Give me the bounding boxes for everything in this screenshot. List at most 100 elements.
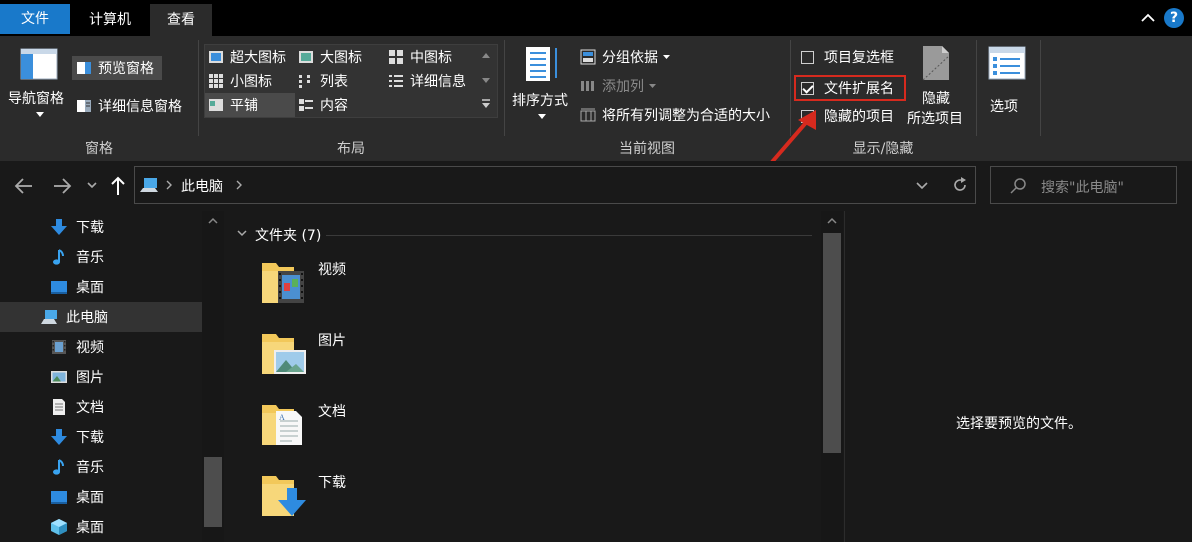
layout-group-label: 布局 [337, 141, 365, 157]
options-label: 选项 [990, 99, 1018, 115]
layout-details-label: 详细信息 [410, 74, 466, 90]
layout-tiles-label: 平铺 [230, 98, 258, 114]
item-checkboxes-checkbox[interactable] [801, 50, 814, 64]
nav-item-label: 此电脑 [66, 310, 108, 326]
chevron-down-icon [538, 114, 546, 119]
group-divider [504, 40, 505, 136]
extra-large-icons-icon [209, 51, 223, 63]
nav-item-downloads[interactable]: 下载 [0, 212, 202, 242]
file-extensions-toggle[interactable]: 文件扩展名 [801, 77, 894, 99]
preview-pane-label: 预览窗格 [98, 61, 154, 77]
add-column-button[interactable]: 添加列 [580, 75, 656, 97]
options-button[interactable]: 选项 [982, 44, 1038, 130]
nav-item-documents[interactable]: 文档 [0, 392, 202, 422]
panes-group-label: 窗格 [85, 141, 113, 157]
chevron-down-icon [36, 112, 44, 117]
gallery-scroll-down-icon[interactable] [481, 76, 491, 84]
folders-section-header[interactable]: 文件夹 (7) [255, 225, 321, 245]
nav-item-music[interactable]: 音乐 [0, 452, 202, 482]
music-icon [53, 249, 64, 265]
refresh-icon[interactable] [951, 176, 969, 194]
layout-extra-large-icons[interactable]: 超大图标 [208, 46, 286, 68]
options-icon [988, 46, 1026, 80]
gallery-scroll-up-icon[interactable] [481, 52, 491, 60]
layout-details[interactable]: 详细信息 [388, 70, 466, 92]
folder-pictures[interactable]: 图片 [260, 328, 460, 388]
item-checkboxes-toggle[interactable]: 项目复选框 [801, 46, 894, 68]
video-icon [52, 340, 66, 354]
scrollbar-thumb[interactable] [204, 457, 222, 527]
hide-selected-icon [922, 46, 950, 81]
nav-item-downloads[interactable]: 下载 [0, 422, 202, 452]
desktop-icon [51, 491, 67, 504]
group-by-button[interactable]: 分组依据 [580, 46, 670, 68]
layout-tiles[interactable]: 平铺 [205, 93, 295, 117]
sort-by-label: 排序方式 [512, 93, 568, 109]
preview-pane-button[interactable]: 预览窗格 [72, 56, 162, 80]
pictures-folder-icon [262, 334, 306, 374]
nav-item-label: 音乐 [76, 460, 104, 476]
scroll-up-icon[interactable] [208, 217, 218, 225]
nav-item-desktop[interactable]: 桌面 [0, 272, 202, 302]
tab-computer[interactable]: 计算机 [76, 4, 144, 36]
hide-selected-items-button[interactable]: 隐藏 所选项目 [904, 44, 974, 134]
sort-by-button[interactable]: 排序方式 [508, 44, 576, 132]
sort-by-icon [526, 47, 557, 81]
scroll-up-icon[interactable] [827, 217, 837, 225]
nav-item-this-pc[interactable]: 此电脑 [0, 302, 202, 332]
breadcrumb-this-pc[interactable]: 此电脑 [181, 176, 223, 196]
scrollbar-thumb[interactable] [823, 233, 841, 453]
layout-content[interactable]: 内容 [298, 94, 348, 116]
layout-large-label: 大图标 [320, 50, 362, 66]
navigation-pane-scrollbar[interactable] [202, 211, 224, 542]
layout-medium-icons[interactable]: 中图标 [388, 46, 452, 68]
fit-columns-button[interactable]: 将所有列调整为合适的大小 [580, 104, 770, 126]
layout-large-icons[interactable]: 大图标 [298, 46, 362, 68]
chevron-down-icon [663, 55, 670, 59]
forward-arrow-icon[interactable] [52, 177, 72, 195]
search-box[interactable]: 搜索"此电脑" [990, 166, 1177, 204]
nav-item-music[interactable]: 音乐 [0, 242, 202, 272]
details-pane-label: 详细信息窗格 [98, 99, 182, 115]
layout-extra-large-label: 超大图标 [230, 50, 286, 66]
show-hide-group-label: 显示/隐藏 [852, 141, 914, 157]
gallery-expand-icon[interactable] [481, 98, 491, 110]
preview-message: 选择要预览的文件。 [956, 416, 1082, 432]
large-icons-icon [299, 51, 313, 63]
preview-pane: 选择要预览的文件。 [844, 211, 1192, 542]
section-divider [326, 235, 812, 236]
folder-videos[interactable]: 视频 [260, 257, 460, 317]
nav-item-pictures[interactable]: 图片 [0, 362, 202, 392]
this-pc-icon [140, 178, 158, 192]
breadcrumb-chevron-icon[interactable] [235, 180, 243, 190]
downloads-folder-icon [262, 476, 306, 516]
recent-locations-chevron-icon[interactable] [86, 181, 98, 189]
navigation-pane-label: 导航窗格 [8, 91, 64, 107]
nav-item-3d-objects[interactable]: 桌面 [0, 512, 202, 542]
collapse-ribbon-icon[interactable] [1140, 10, 1156, 26]
hidden-items-label: 隐藏的项目 [824, 109, 894, 125]
details-pane-button[interactable]: 详细信息窗格 [76, 95, 182, 117]
file-extensions-checkbox[interactable] [801, 81, 814, 95]
folder-name: 图片 [318, 333, 346, 349]
nav-item-desktop[interactable]: 桌面 [0, 482, 202, 512]
navigation-pane-icon [20, 48, 58, 80]
up-arrow-icon[interactable] [110, 175, 126, 197]
tab-view[interactable]: 查看 [150, 4, 212, 36]
tab-file[interactable]: 文件 [0, 4, 70, 34]
layout-list[interactable]: 列表 [298, 70, 348, 92]
help-icon[interactable]: ? [1164, 8, 1184, 28]
back-arrow-icon[interactable] [14, 177, 34, 195]
content-pane-scrollbar[interactable] [821, 211, 843, 542]
tiles-view-icon [209, 99, 223, 111]
folder-downloads[interactable]: 下载 [260, 470, 460, 530]
ribbon: 导航窗格 预览窗格 详细信息窗格 窗格 超大图标 大图标 中图标 小图标 列表 … [0, 36, 1192, 164]
address-history-chevron-icon[interactable] [915, 181, 929, 190]
nav-item-videos[interactable]: 视频 [0, 332, 202, 362]
layout-small-icons[interactable]: 小图标 [208, 70, 272, 92]
navigation-pane-button[interactable]: 导航窗格 [8, 46, 72, 132]
collapse-group-chevron-icon[interactable] [236, 229, 248, 237]
breadcrumb-chevron-icon[interactable] [165, 180, 173, 190]
address-bar[interactable]: 此电脑 [134, 166, 976, 204]
folder-documents[interactable]: A 文档 [260, 399, 460, 459]
